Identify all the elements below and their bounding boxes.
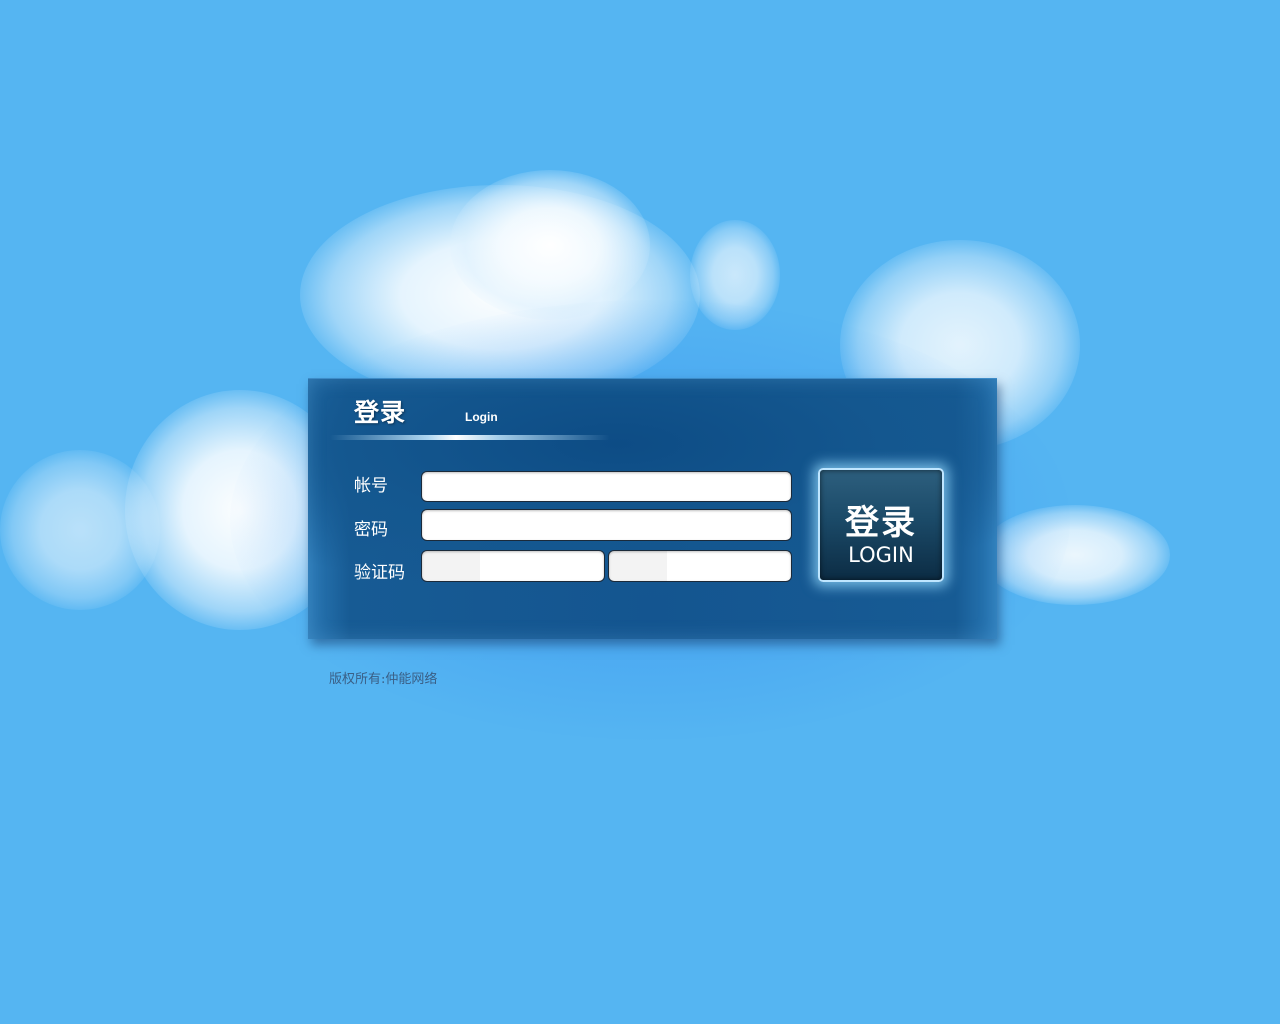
captcha-input[interactable] — [421, 550, 605, 582]
login-button[interactable]: 登录 LOGIN — [818, 468, 944, 582]
cloud-decoration — [450, 170, 650, 320]
captcha-image-field[interactable] — [608, 550, 792, 582]
login-button-label-en: LOGIN — [848, 543, 914, 567]
account-label: 帐号 — [354, 476, 388, 496]
title-divider — [330, 435, 610, 440]
password-label: 密码 — [354, 520, 388, 540]
cloud-decoration — [0, 450, 160, 610]
login-button-label-cn: 登录 — [845, 503, 917, 543]
login-title: 登录 — [354, 398, 407, 427]
login-panel: 登录 Login 帐号 密码 验证码 登录 LOGIN — [308, 378, 997, 639]
password-input[interactable] — [421, 509, 792, 541]
login-subtitle: Login — [465, 410, 498, 424]
copyright-text: 版权所有:仲能网络 — [329, 672, 438, 687]
captcha-label: 验证码 — [354, 563, 405, 583]
account-input[interactable] — [421, 471, 792, 502]
